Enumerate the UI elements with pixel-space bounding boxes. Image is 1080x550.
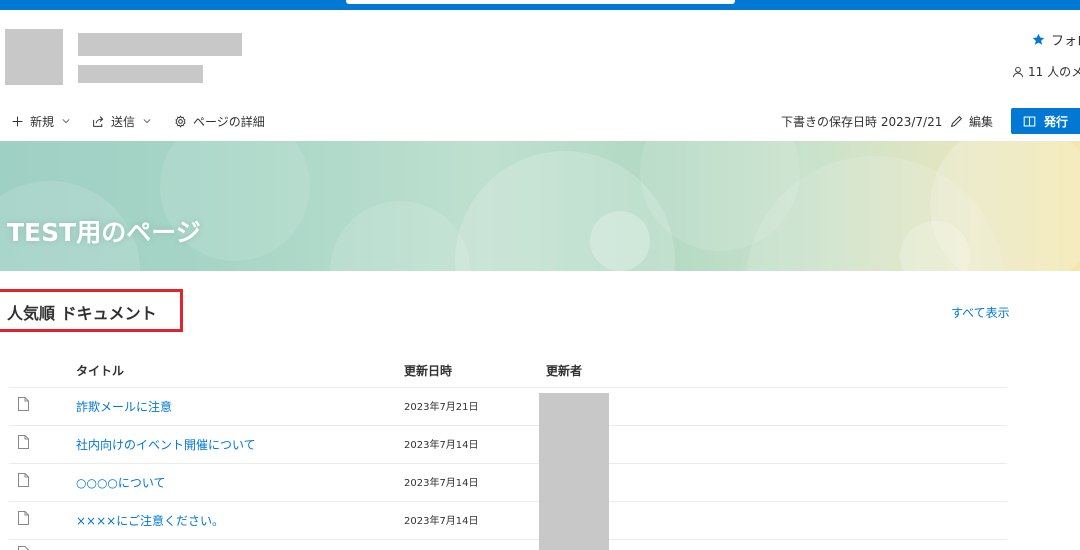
document-modified-date: 2023年7月21日 [404, 402, 479, 413]
chevron-down-icon [62, 119, 70, 124]
send-label: 送信 [111, 114, 136, 129]
page-details-button[interactable]: ページの詳細 [174, 112, 265, 130]
document-modified-date: 2023年7月14日 [404, 440, 479, 451]
site-subtitle-placeholder [78, 65, 203, 83]
column-header-title[interactable]: タイトル [76, 362, 124, 379]
row-divider [9, 539, 1007, 540]
column-header-modified[interactable]: 更新日時 [404, 362, 452, 379]
members-label: 11 人のメ [1028, 65, 1080, 79]
new-label: 新規 [30, 114, 55, 129]
table-row[interactable]: ○○○○について 2023年7月14日 [0, 463, 1010, 501]
site-title-placeholder[interactable] [78, 33, 242, 56]
edit-button[interactable]: 編集 [950, 112, 993, 130]
plus-icon [12, 116, 23, 126]
document-icon [18, 473, 29, 487]
document-modified-date: 2023年7月14日 [404, 478, 479, 489]
share-icon [93, 115, 104, 127]
follow-label: フォロ [1051, 34, 1080, 49]
suite-search-box[interactable] [346, 0, 735, 4]
modified-by-placeholder [539, 393, 609, 550]
document-icon [18, 435, 29, 449]
follow-button[interactable]: フォロ [1032, 30, 1080, 49]
document-modified-date: 2023年7月14日 [404, 516, 479, 527]
publish-button[interactable]: 発行 [1011, 108, 1080, 134]
column-header-modified-by[interactable]: 更新者 [546, 362, 582, 379]
document-title-link[interactable]: ××××にご注意ください。 [76, 512, 224, 529]
star-icon [1032, 33, 1045, 45]
pencil-icon [950, 115, 963, 127]
draft-saved-status: 下書きの保存日時 2023/7/21 [781, 115, 943, 129]
document-icon [18, 546, 29, 550]
document-title-link[interactable]: 社内向けのイベント開催について [76, 436, 256, 453]
site-logo-placeholder[interactable] [5, 29, 63, 85]
gear-icon [175, 114, 186, 128]
person-icon [1013, 66, 1023, 77]
send-button[interactable]: 送信 [92, 112, 151, 130]
table-row[interactable]: ××××にご注意ください。 2023年7月14日 [0, 501, 1010, 539]
new-button[interactable]: 新規 [11, 112, 70, 130]
web-part-title: 人気順 ドキュメント [7, 304, 157, 323]
bokeh-light [590, 211, 650, 271]
publish-label: 発行 [1044, 114, 1069, 129]
book-icon [1023, 116, 1036, 126]
chevron-down-icon [143, 119, 151, 124]
document-icon [18, 397, 29, 411]
edit-label: 編集 [969, 114, 994, 129]
page-banner-image [0, 141, 1080, 271]
table-row[interactable]: 社内向けのイベント開催について 2023年7月14日 [0, 425, 1010, 463]
document-title-link[interactable]: 詐欺メールに注意 [76, 398, 172, 415]
document-title-link[interactable]: ○○○○について [76, 474, 166, 491]
see-all-link[interactable]: すべて表示 [951, 304, 1010, 321]
page-title[interactable]: TEST用のページ [7, 213, 201, 249]
bokeh-light [330, 201, 470, 271]
page-details-label: ページの詳細 [193, 114, 265, 129]
table-row[interactable]: 詐欺メールに注意 2023年7月21日 [0, 387, 1010, 425]
document-icon [18, 511, 29, 525]
members-button[interactable]: 11 人のメ [1012, 63, 1080, 80]
